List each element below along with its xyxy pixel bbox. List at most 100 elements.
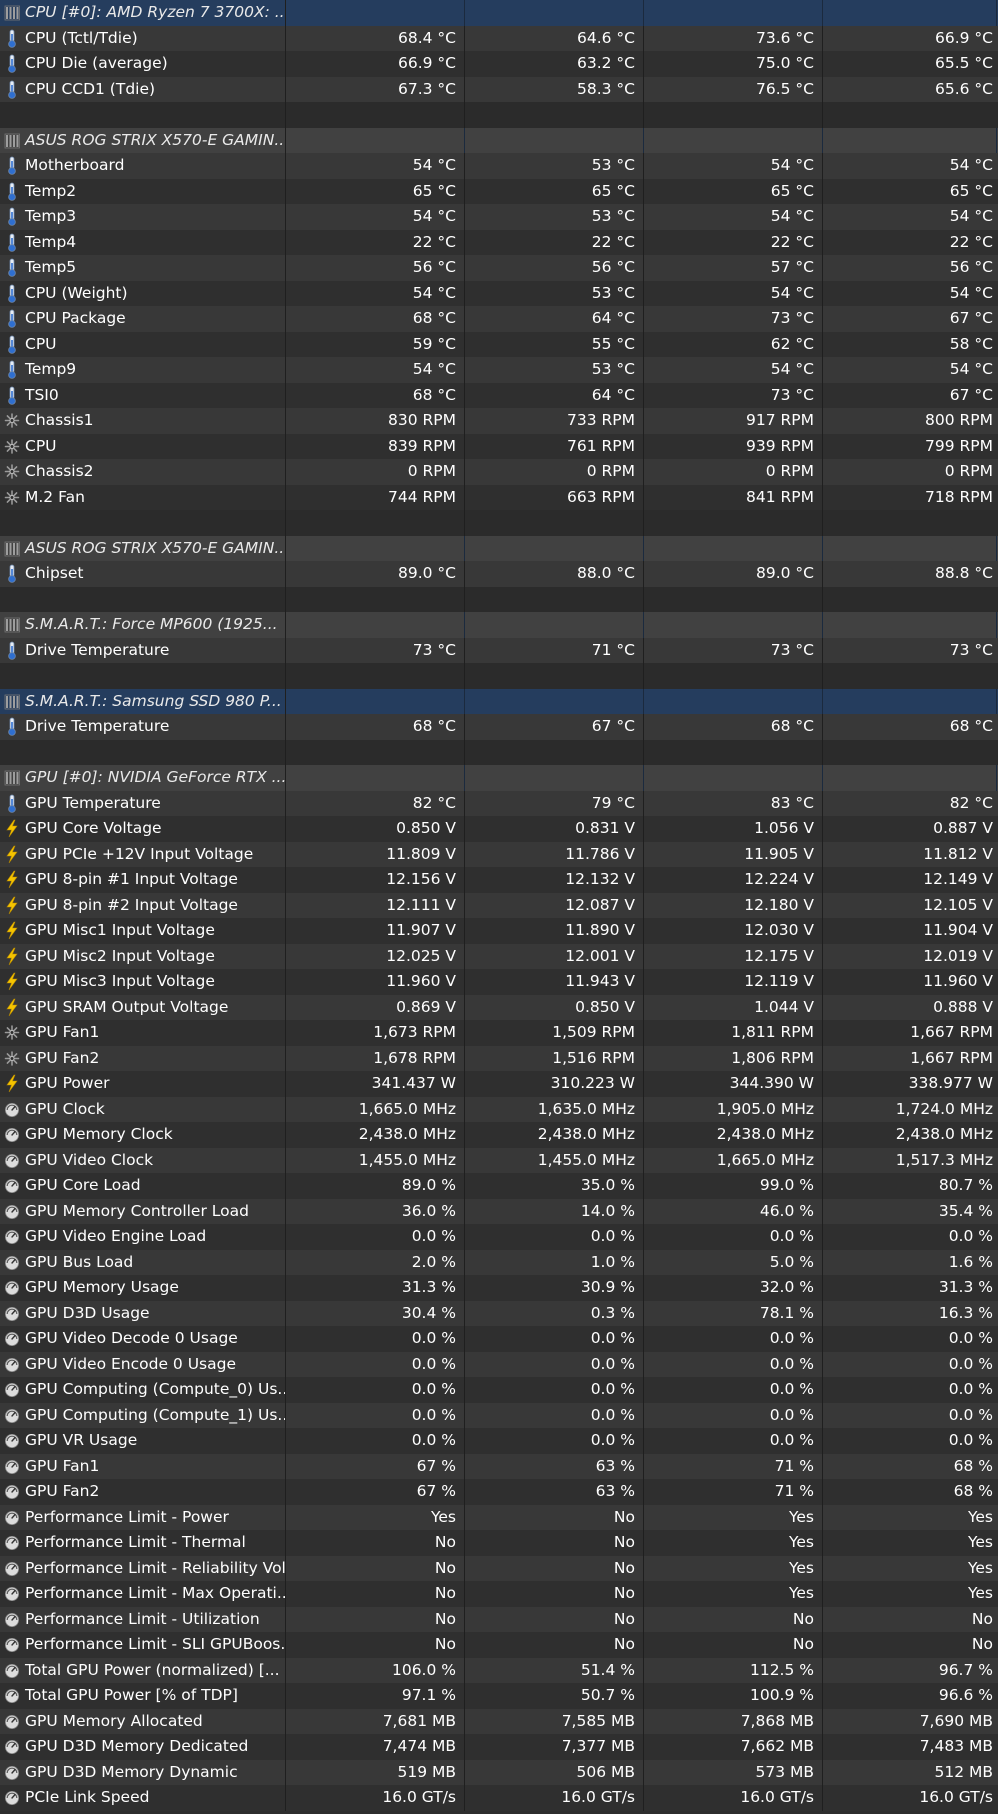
sensor-row[interactable]: GPU 8-pin #1 Input Voltage 12.156 V 12.132…: [0, 867, 998, 893]
sensor-row[interactable]: M.2 Fan 744 RPM 663 RPM 841 RPM 718 RPM: [0, 484, 998, 510]
sensor-row[interactable]: Performance Limit - Utilization No No No No: [0, 1606, 998, 1632]
value-cell-4: 12.105 V: [923, 895, 993, 914]
sensor-row[interactable]: Total GPU Power (normalized) [... 106.0 %…: [0, 1657, 998, 1683]
sensor-row[interactable]: GPU Fan2 1,678 RPM 1,516 RPM 1,806 RPM 1,667…: [0, 1045, 998, 1071]
sensor-row[interactable]: GPU Power 341.437 W 310.223 W 344.390 W 338.…: [0, 1071, 998, 1097]
value-cell-1: 106.0 %: [286, 1657, 465, 1683]
section-header[interactable]: S.M.A.R.T.: Samsung SSD 980 P...: [0, 688, 998, 714]
value-cell-2: 58.3 °C: [465, 76, 644, 102]
sensor-row[interactable]: GPU Temperature 82 °C 79 °C 83 °C 82 °C: [0, 790, 998, 816]
value-cell-1: 31.3 %: [286, 1275, 465, 1301]
sensor-name-cell: GPU Misc3 Input Voltage: [0, 969, 286, 995]
value-cell-1: 7,474 MB: [286, 1734, 465, 1760]
gauge-icon: [4, 1151, 20, 1170]
sensor-row[interactable]: GPU 8-pin #2 Input Voltage 12.111 V 12.087…: [0, 892, 998, 918]
sensor-row[interactable]: Chassis1 830 RPM 733 RPM 917 RPM 800 RPM: [0, 408, 998, 434]
sensor-row[interactable]: GPU Video Clock 1,455.0 MHz 1,455.0 MHz 1,6…: [0, 1147, 998, 1173]
sensor-row[interactable]: CPU 839 RPM 761 RPM 939 RPM 799 RPM: [0, 433, 998, 459]
sensor-row[interactable]: GPU Memory Clock 2,438.0 MHz 2,438.0 MHz 2,…: [0, 1122, 998, 1148]
sensor-row[interactable]: Temp9 54 °C 53 °C 54 °C 54 °C: [0, 357, 998, 383]
spacer-row: [0, 510, 998, 536]
sensor-row[interactable]: Performance Limit - Power Yes No Yes Yes: [0, 1504, 998, 1530]
sensor-name-cell: GPU Bus Load: [0, 1249, 286, 1275]
sensor-row[interactable]: Performance Limit - Reliability Vol... No…: [0, 1555, 998, 1581]
value-cell-3: 1,905.0 MHz: [644, 1096, 823, 1122]
gauge-icon: [4, 1329, 20, 1348]
sensor-row[interactable]: GPU Misc3 Input Voltage 11.960 V 11.943 V1…: [0, 969, 998, 995]
sensor-row[interactable]: CPU Package 68 °C 64 °C 73 °C 67 °C: [0, 306, 998, 332]
sensor-row[interactable]: GPU Computing (Compute_1) Us... 0.0 % 0.0 …: [0, 1402, 998, 1428]
sensor-row[interactable]: Performance Limit - SLI GPUBoos... No No No…: [0, 1632, 998, 1658]
sensor-row[interactable]: Drive Temperature 73 °C 71 °C 73 °C 73 °C: [0, 637, 998, 663]
value-cell-2: [465, 739, 644, 765]
sensor-row[interactable]: GPU VR Usage 0.0 % 0.0 % 0.0 % 0.0 %: [0, 1428, 998, 1454]
sensor-row[interactable]: CPU (Tctl/Tdie) 68.4 °C 64.6 °C 73.6 °C 66.9…: [0, 25, 998, 51]
sensor-row[interactable]: Performance Limit - Thermal No No Yes Yes: [0, 1530, 998, 1556]
section-header[interactable]: S.M.A.R.T.: Force MP600 (1925...: [0, 612, 998, 638]
value-cell-4: 65.6 °C: [934, 79, 993, 98]
value-cell-3: 12.224 V: [644, 867, 823, 893]
sensor-row[interactable]: GPU D3D Memory Dedicated 7,474 MB 7,377 MB…: [0, 1734, 998, 1760]
sensor-row[interactable]: CPU (Weight) 54 °C 53 °C 54 °C 54 °C: [0, 280, 998, 306]
sensor-row[interactable]: GPU Bus Load 2.0 % 1.0 % 5.0 % 1.6 %: [0, 1249, 998, 1275]
sensor-row[interactable]: Temp4 22 °C 22 °C 22 °C 22 °C: [0, 229, 998, 255]
sensor-row[interactable]: GPU Fan2 67 % 63 % 71 % 68 %: [0, 1479, 998, 1505]
sensor-row[interactable]: CPU 59 °C 55 °C 62 °C 58 °C: [0, 331, 998, 357]
value-cell-1: 0.0 %: [286, 1224, 465, 1250]
sensor-row[interactable]: GPU PCIe +12V Input Voltage 11.809 V 11.78…: [0, 841, 998, 867]
sensor-row[interactable]: Temp3 54 °C 53 °C 54 °C 54 °C: [0, 204, 998, 230]
sensor-row[interactable]: GPU Memory Usage 31.3 % 30.9 % 32.0 % 31.3 %: [0, 1275, 998, 1301]
section-header[interactable]: GPU [#0]: NVIDIA GeForce RTX ...: [0, 765, 998, 791]
sensor-row[interactable]: Total GPU Power [% of TDP] 97.1 % 50.7 % 10…: [0, 1683, 998, 1709]
sensor-row[interactable]: Performance Limit - Max Operati... No No Ye…: [0, 1581, 998, 1607]
value-cell-3: [644, 102, 823, 128]
sensor-row[interactable]: GPU Clock 1,665.0 MHz 1,635.0 MHz 1,905.0 M…: [0, 1096, 998, 1122]
value-cell-1: 11.960 V: [286, 969, 465, 995]
sensor-row[interactable]: GPU Fan1 67 % 63 % 71 % 68 %: [0, 1453, 998, 1479]
sensor-row[interactable]: TSI0 68 °C 64 °C 73 °C 67 °C: [0, 382, 998, 408]
sensor-row[interactable]: GPU Computing (Compute_0) Us... 0.0 % 0.0 …: [0, 1377, 998, 1403]
sensor-row[interactable]: Motherboard 54 °C 53 °C 54 °C 54 °C: [0, 153, 998, 179]
value-cell-4: No: [971, 1609, 993, 1628]
sensor-name-cell: Temp9: [0, 357, 286, 383]
lightning-icon: [4, 998, 20, 1017]
sensor-row[interactable]: Chassis2 0 RPM 0 RPM 0 RPM 0 RPM: [0, 459, 998, 485]
sensor-row[interactable]: Temp5 56 °C 56 °C 57 °C 56 °C: [0, 255, 998, 281]
sensor-row[interactable]: GPU Video Encode 0 Usage 0.0 % 0.0 % 0.0 % 0…: [0, 1351, 998, 1377]
sensor-row[interactable]: GPU Core Load 89.0 % 35.0 % 99.0 % 80.7 %: [0, 1173, 998, 1199]
gauge-icon: [4, 1100, 20, 1119]
section-header[interactable]: ASUS ROG STRIX X570-E GAMIN...: [0, 535, 998, 561]
value-cell-4: 12.149 V: [923, 870, 993, 888]
sensor-row[interactable]: Chipset 89.0 °C 88.0 °C 89.0 °C 88.8 °C: [0, 561, 998, 587]
sensor-row[interactable]: GPU Memory Allocated 7,681 MB 7,585 MB 7,86…: [0, 1708, 998, 1734]
sensor-row[interactable]: Temp2 65 °C 65 °C 65 °C 65 °C: [0, 178, 998, 204]
value-cell-4: 67 °C: [949, 385, 993, 404]
sensor-row[interactable]: CPU Die (average) 66.9 °C 63.2 °C 75.0 °C 65…: [0, 51, 998, 77]
sensor-name-cell: PCIe Link Speed: [0, 1785, 286, 1811]
lightning-icon: [4, 896, 20, 915]
section-header[interactable]: ASUS ROG STRIX X570-E GAMIN...: [0, 127, 998, 153]
section-header[interactable]: CPU [#0]: AMD Ryzen 7 3700X: ...: [0, 0, 998, 26]
value-cell-3: 54 °C: [644, 357, 823, 383]
value-cell-2: 11.943 V: [465, 969, 644, 995]
sensor-row[interactable]: GPU Misc1 Input Voltage 11.907 V 11.890 V1…: [0, 918, 998, 944]
sensor-row[interactable]: GPU SRAM Output Voltage 0.869 V 0.850 V 1.0…: [0, 994, 998, 1020]
sensor-row[interactable]: GPU Memory Controller Load 36.0 % 14.0 % 46…: [0, 1198, 998, 1224]
sensor-row[interactable]: GPU Video Decode 0 Usage 0.0 % 0.0 % 0.0 % 0…: [0, 1326, 998, 1352]
sensor-label: GPU Clock: [25, 1099, 105, 1118]
sensor-row[interactable]: GPU Fan1 1,673 RPM 1,509 RPM 1,811 RPM 1,667…: [0, 1020, 998, 1046]
sensor-name-cell: Temp4: [0, 229, 286, 255]
sensor-row[interactable]: GPU D3D Usage 30.4 % 0.3 % 78.1 % 16.3 %: [0, 1300, 998, 1326]
value-cell-1: 0 RPM: [286, 459, 465, 485]
sensor-row[interactable]: CPU CCD1 (Tdie) 67.3 °C 58.3 °C 76.5 °C 65.6…: [0, 76, 998, 102]
sensor-row[interactable]: PCIe Link Speed 16.0 GT/s 16.0 GT/s 16.0 GT…: [0, 1785, 998, 1811]
sensor-row[interactable]: GPU Core Voltage 0.850 V 0.831 V 1.056 V 0.8…: [0, 816, 998, 842]
sensor-row[interactable]: Drive Temperature 68 °C 67 °C 68 °C 68 °C: [0, 714, 998, 740]
sensor-label: M.2 Fan: [25, 487, 85, 506]
value-cell-1: 54 °C: [286, 280, 465, 306]
value-cell-3: 0 RPM: [644, 459, 823, 485]
sensor-row[interactable]: GPU D3D Memory Dynamic 519 MB 506 MB 573 MB…: [0, 1759, 998, 1785]
sensor-row[interactable]: GPU Misc2 Input Voltage 12.025 V 12.001 V1…: [0, 943, 998, 969]
value-cell-3: 939 RPM: [644, 433, 823, 459]
sensor-row[interactable]: GPU Video Engine Load 0.0 % 0.0 % 0.0 % 0.0 …: [0, 1224, 998, 1250]
